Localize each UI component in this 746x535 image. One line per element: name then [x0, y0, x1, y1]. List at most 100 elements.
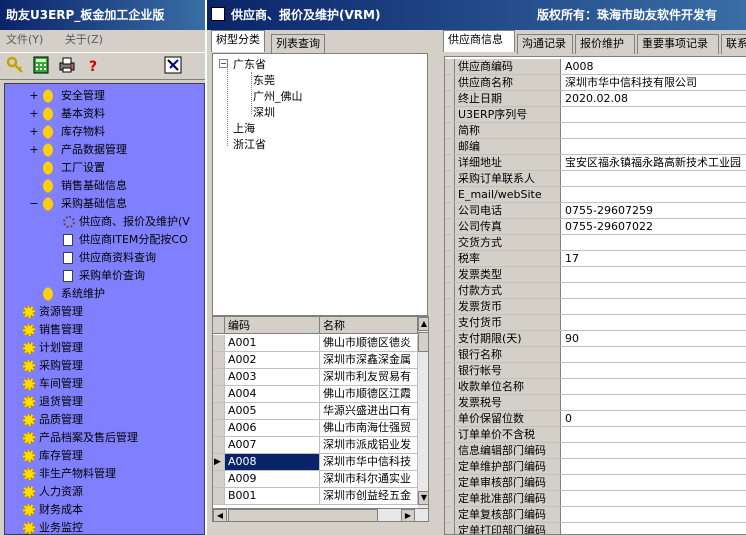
cell-name[interactable]: 深圳市科尔通实业: [320, 471, 418, 487]
tree-item[interactable]: 人力资源: [23, 483, 83, 501]
property-row[interactable]: 公司电话 0755-29607259: [445, 203, 746, 219]
table-row[interactable]: A009 深圳市科尔通实业: [213, 471, 418, 488]
property-value[interactable]: [562, 315, 746, 330]
property-row[interactable]: 定单审核部门编码: [445, 475, 746, 491]
cell-code[interactable]: A003: [225, 369, 320, 385]
cell-name[interactable]: 深圳市利友贸易有: [320, 369, 418, 385]
cell-code[interactable]: A009: [225, 471, 320, 487]
tab-communication[interactable]: 沟通记录: [517, 34, 573, 54]
region-node[interactable]: 深圳: [253, 106, 275, 120]
property-value[interactable]: 2020.02.08: [562, 91, 746, 106]
tree-expand-toggle[interactable]: −: [219, 59, 228, 68]
tree-item[interactable]: 退货管理: [23, 393, 83, 411]
table-row[interactable]: A005 华源兴盛进出口有: [213, 403, 418, 420]
grid-horizontal-scrollbar[interactable]: ◀ ▶: [213, 508, 428, 521]
tree-item[interactable]: 品质管理: [23, 411, 83, 429]
property-value[interactable]: [562, 171, 746, 186]
property-row[interactable]: 银行名称: [445, 347, 746, 363]
region-node[interactable]: 广州_佛山: [253, 90, 303, 104]
property-value[interactable]: [562, 267, 746, 282]
cell-code[interactable]: A001: [225, 335, 320, 351]
table-row[interactable]: A004 佛山市顺德区江霞: [213, 386, 418, 403]
property-row[interactable]: 供应商编码 A008: [445, 59, 746, 75]
tree-expand-toggle[interactable]: +: [29, 141, 39, 159]
tree-item[interactable]: 业务监控: [23, 519, 83, 534]
tab-tree-category[interactable]: 树型分类: [211, 30, 265, 52]
cell-code[interactable]: A005: [225, 403, 320, 419]
table-row[interactable]: B001 深圳市创益经五金: [213, 488, 418, 505]
property-value[interactable]: [562, 347, 746, 362]
table-row[interactable]: A002 深圳市深鑫深金属: [213, 352, 418, 369]
tree-expand-toggle[interactable]: +: [29, 123, 39, 141]
cell-code[interactable]: A008: [225, 454, 320, 470]
property-value[interactable]: [562, 507, 746, 522]
property-value[interactable]: A008: [562, 59, 746, 74]
property-value[interactable]: [562, 523, 746, 534]
cell-code[interactable]: B001: [225, 488, 320, 504]
tree-item[interactable]: + 库存物料: [29, 123, 105, 141]
property-row[interactable]: U3ERP序列号: [445, 107, 746, 123]
table-row[interactable]: A007 深圳市派成铝业发: [213, 437, 418, 454]
cell-code[interactable]: A004: [225, 386, 320, 402]
settings-icon[interactable]: [162, 56, 184, 78]
table-row[interactable]: A001 佛山市顺德区德炎: [213, 335, 418, 352]
property-row[interactable]: 单价保留位数 0: [445, 411, 746, 427]
tree-item[interactable]: 非生产物料管理: [23, 465, 116, 483]
property-row[interactable]: 支付货币: [445, 315, 746, 331]
property-value[interactable]: [562, 427, 746, 442]
grid-vertical-scrollbar[interactable]: ▲ ▼: [418, 317, 428, 508]
tree-item[interactable]: 销售管理: [23, 321, 83, 339]
tab-important[interactable]: 重要事项记录: [637, 34, 719, 54]
region-node[interactable]: 浙江省: [233, 138, 266, 152]
property-row[interactable]: 定单维护部门编码: [445, 459, 746, 475]
property-row[interactable]: 收款单位名称: [445, 379, 746, 395]
menu-file[interactable]: 文件(Y): [6, 33, 43, 46]
property-row[interactable]: 发票税号: [445, 395, 746, 411]
property-row[interactable]: E_mail/webSite: [445, 187, 746, 203]
property-value[interactable]: 0: [562, 411, 746, 426]
tree-item[interactable]: 计划管理: [23, 339, 83, 357]
cell-name[interactable]: 深圳市创益经五金: [320, 488, 418, 504]
property-value[interactable]: [562, 363, 746, 378]
property-value[interactable]: 90: [562, 331, 746, 346]
property-row[interactable]: 信息编辑部门编码: [445, 443, 746, 459]
property-row[interactable]: 简称: [445, 123, 746, 139]
tree-item[interactable]: 采购管理: [23, 357, 83, 375]
property-row[interactable]: 供应商名称 深圳市华中信科技有限公司: [445, 75, 746, 91]
property-value[interactable]: 0755-29607022: [562, 219, 746, 234]
tree-item[interactable]: + 基本资料: [29, 105, 105, 123]
tree-item[interactable]: 资源管理: [23, 303, 83, 321]
property-row[interactable]: 采购订单联系人: [445, 171, 746, 187]
region-tree[interactable]: − 广东省 东莞 广州_佛山 深圳 上海 浙江省: [212, 53, 428, 316]
property-value[interactable]: 17: [562, 251, 746, 266]
property-row[interactable]: 定单批准部门编码: [445, 491, 746, 507]
cell-name[interactable]: 佛山市南海仕强贸: [320, 420, 418, 436]
tree-item[interactable]: + 安全管理: [29, 87, 105, 105]
help-icon[interactable]: ?: [82, 56, 104, 78]
property-value[interactable]: [562, 139, 746, 154]
tree-item[interactable]: 采购单价查询: [63, 267, 145, 285]
property-row[interactable]: 交货方式: [445, 235, 746, 251]
tab-quote[interactable]: 报价维护: [575, 34, 635, 54]
property-row[interactable]: 详细地址 宝安区福永镇福永路高新技术工业园: [445, 155, 746, 171]
property-value[interactable]: [562, 235, 746, 250]
scroll-up-arrow[interactable]: ▲: [418, 317, 428, 331]
table-row[interactable]: A006 佛山市南海仕强贸: [213, 420, 418, 437]
key-icon[interactable]: [4, 56, 26, 78]
tree-item[interactable]: 销售基础信息: [43, 177, 127, 195]
cell-name[interactable]: 深圳市深鑫深金属: [320, 352, 418, 368]
property-row[interactable]: 订单单价不含税: [445, 427, 746, 443]
property-value[interactable]: 0755-29607259: [562, 203, 746, 218]
module-tree[interactable]: + 安全管理 + 基本资料 + 库存物料 + 产品数据管理 工厂设置 销售基础信息 − 采购基础信息供…: [4, 83, 205, 535]
property-row[interactable]: 支付期限(天) 90: [445, 331, 746, 347]
tree-item[interactable]: + 产品数据管理: [29, 141, 127, 159]
tree-item[interactable]: 工厂设置: [43, 159, 105, 177]
cell-code[interactable]: A002: [225, 352, 320, 368]
property-value[interactable]: [562, 395, 746, 410]
tab-supplier-info[interactable]: 供应商信息: [443, 30, 515, 52]
cell-name[interactable]: 深圳市华中信科技: [320, 454, 418, 470]
tree-expand-toggle[interactable]: +: [29, 87, 39, 105]
tree-item[interactable]: 车间管理: [23, 375, 83, 393]
property-value[interactable]: [562, 443, 746, 458]
tree-item[interactable]: 库存管理: [23, 447, 83, 465]
